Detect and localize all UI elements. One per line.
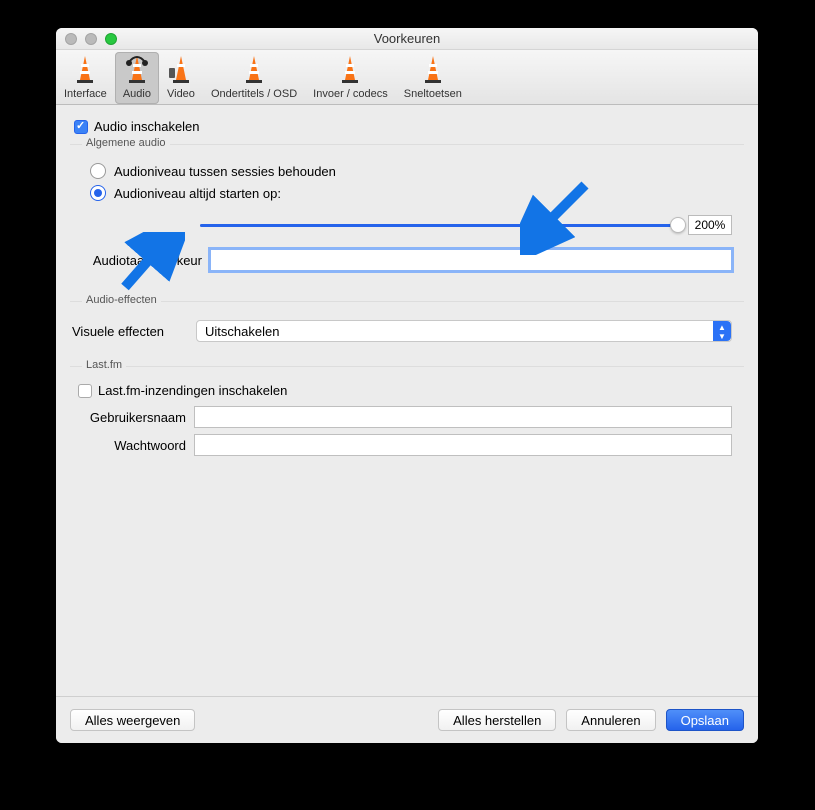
audio-effects-group-label: Audio-effecten [82,294,161,306]
general-audio-group-label: Algemene audio [82,137,170,149]
cone-icon [240,54,268,86]
start-volume-label: Audioniveau altijd starten op: [114,186,281,201]
tab-video[interactable]: Video [159,52,203,104]
tab-interface[interactable]: Interface [56,52,115,104]
tab-label: Invoer / codecs [313,88,388,100]
tab-subtitles[interactable]: Ondertitels / OSD [203,52,305,104]
lastfm-user-label: Gebruikersnaam [74,410,186,425]
visual-effects-value: Uitschakelen [205,324,279,339]
slider-fill [200,224,678,227]
enable-audio-label: Audio inschakelen [94,119,200,134]
cone-film-icon [167,54,195,86]
slider-thumb[interactable] [670,217,686,233]
preferences-toolbar: Interface Audio Video Ondertitels / OSD … [56,50,758,105]
lastfm-pass-input[interactable] [194,434,732,456]
tab-label: Interface [64,88,107,100]
chevron-updown-icon: ▲▼ [717,323,727,341]
content-pane: Audio inschakelen Algemene audio Audioni… [56,105,758,696]
preferences-window: Voorkeuren Interface Audio Video Onde [56,28,758,743]
keep-volume-label: Audioniveau tussen sessies behouden [114,164,336,179]
volume-slider[interactable] [200,217,678,233]
audio-lang-input[interactable] [210,249,732,271]
cone-headphones-icon [123,54,151,86]
show-all-button[interactable]: Alles weergeven [70,709,195,731]
tab-label: Video [167,88,195,100]
lastfm-enable-checkbox[interactable] [78,384,92,398]
lastfm-group-label: Last.fm [82,359,126,371]
save-button[interactable]: Opslaan [666,709,744,731]
dialog-footer: Alles weergeven Alles herstellen Annuler… [56,696,758,743]
tab-hotkeys[interactable]: Sneltoetsen [396,52,470,104]
tab-input-codecs[interactable]: Invoer / codecs [305,52,396,104]
tab-label: Audio [123,88,151,100]
cancel-button[interactable]: Annuleren [566,709,655,731]
reset-button[interactable]: Alles herstellen [438,709,556,731]
volume-percent-box[interactable]: 200% [688,215,732,235]
cone-icon [336,54,364,86]
visual-effects-select[interactable]: Uitschakelen ▲▼ [196,320,732,342]
audio-lang-label: Audiotaal-voorkeur [90,253,202,268]
keep-volume-radio[interactable] [90,163,106,179]
tab-audio[interactable]: Audio [115,52,159,104]
enable-audio-checkbox[interactable] [74,120,88,134]
visual-effects-label: Visuele effecten [70,324,188,339]
lastfm-pass-label: Wachtwoord [74,438,186,453]
tab-label: Sneltoetsen [404,88,462,100]
cone-icon [71,54,99,86]
lastfm-enable-label: Last.fm-inzendingen inschakelen [98,383,287,398]
window-title: Voorkeuren [56,31,758,46]
lastfm-user-input[interactable] [194,406,732,428]
cone-icon [419,54,447,86]
titlebar: Voorkeuren [56,28,758,50]
start-volume-radio[interactable] [90,185,106,201]
tab-label: Ondertitels / OSD [211,88,297,100]
